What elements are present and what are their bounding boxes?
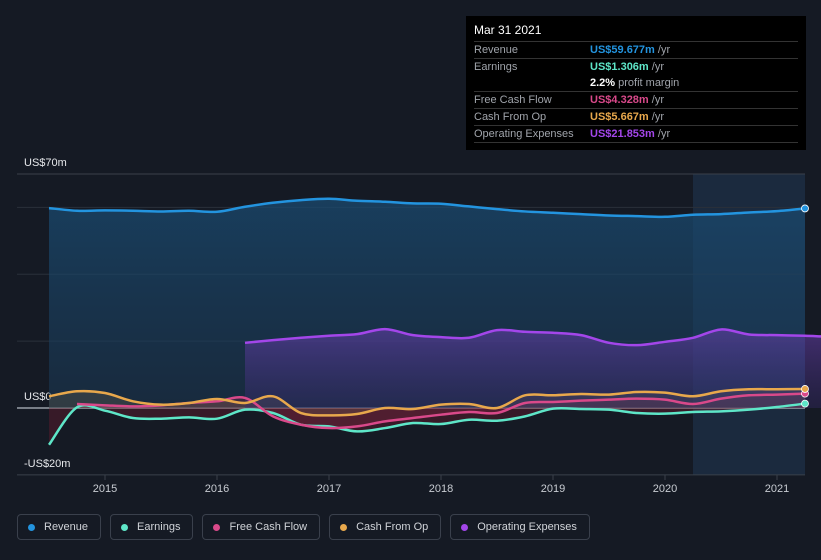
tooltip-row: 2.2% profit margin [474,75,798,92]
y-tick-label: -US$20m [24,458,70,470]
tooltip-row: Cash From Op US$5.667m /yr [474,109,798,126]
legend-label: Cash From Op [356,521,429,533]
legend: Revenue Earnings Free Cash Flow Cash From O… [17,514,590,540]
x-tick-label: 2017 [317,483,341,495]
legend-dot-icon [340,523,348,531]
tooltip-label: Cash From Op [474,111,547,123]
y-tick-label: US$0 [24,391,52,403]
legend-label: Operating Expenses [477,521,577,533]
end-point [801,204,809,213]
tooltip-value: US$4.328m /yr [590,94,665,106]
legend-dot-icon [28,523,35,531]
tooltip-value: US$5.667m /yr [590,111,665,123]
legend-label: Earnings [137,521,181,533]
x-tick-label: 2021 [765,483,789,495]
end-point [801,399,809,408]
tooltip-value: US$59.677m /yr [590,44,671,56]
legend-label: Free Cash Flow [229,521,308,533]
x-tick-label: 2018 [429,483,453,495]
tooltip-value: US$1.306m /yr [590,61,665,73]
legend-dot-icon [121,523,129,531]
legend-item[interactable]: Operating Expenses [450,514,590,540]
tooltip-date: Mar 31 2021 [474,23,798,42]
legend-dot-icon [213,523,221,531]
legend-item[interactable]: Free Cash Flow [202,514,321,540]
x-tick-label: 2015 [93,483,117,495]
tooltip-label: Earnings [474,61,518,73]
x-tick-label: 2020 [653,483,677,495]
x-tick-label: 2019 [541,483,565,495]
tooltip-value: US$21.853m /yr [590,128,671,140]
legend-item[interactable]: Cash From Op [329,514,442,540]
y-tick-label: US$70m [24,157,67,169]
end-point [801,385,809,393]
tooltip-row: Operating Expenses US$21.853m /yr [474,126,798,143]
tooltip-row: Revenue US$59.677m /yr [474,42,798,59]
tooltip-label: Operating Expenses [474,128,574,140]
legend-dot-icon [461,523,469,531]
tooltip-row: Free Cash Flow US$4.328m /yr [474,92,798,109]
tooltip-value: 2.2% profit margin [590,77,680,89]
legend-item[interactable]: Revenue [17,514,102,540]
tooltip: Mar 31 2021 Revenue US$59.677m /yr Earning… [466,16,806,150]
tooltip-label [474,75,590,91]
tooltip-row: Earnings US$1.306m /yr [474,59,798,75]
tooltip-label: Revenue [474,44,519,56]
legend-item[interactable]: Earnings [110,514,194,540]
tooltip-label: Free Cash Flow [474,94,552,106]
legend-label: Revenue [44,521,89,533]
x-tick-label: 2016 [205,483,229,495]
